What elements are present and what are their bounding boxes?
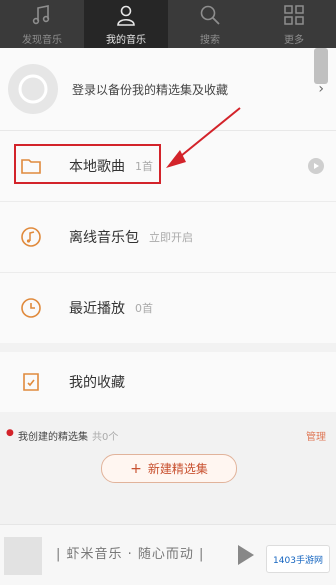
list-item-local-songs[interactable]: 本地歌曲 1首 [0,131,336,202]
list-item-count: 0首 [135,302,153,315]
album-cover[interactable] [4,537,42,575]
watermark-logo: 1403手游网 [266,545,330,573]
play-icon[interactable] [308,158,324,174]
list-item-offline-pack[interactable]: 离线音乐包 立即开启 [0,202,336,273]
highlight-box [14,144,161,184]
tab-discover[interactable]: 发现音乐 [0,0,84,48]
avatar[interactable] [8,64,58,114]
player-bar: | 虾米音乐 · 随心而动 | 1403手游网 [0,524,336,585]
tab-more[interactable]: 更多 [252,0,336,48]
music-note-icon [32,5,50,25]
scrollbar-thumb[interactable] [314,48,328,84]
new-playlist-label: 新建精选集 [147,462,208,476]
tab-discover-label: 发现音乐 [22,35,62,46]
tab-my-music-label: 我的音乐 [106,35,146,46]
list-item-label: 离线音乐包 [69,230,139,246]
section-count: 共0个 [92,432,119,443]
list-item-favorites[interactable]: 我的收藏 [0,352,336,412]
login-card[interactable]: 登录以备份我的精选集及收藏 › [0,48,336,131]
list-item-action[interactable]: 立即开启 [149,229,193,245]
play-icon[interactable] [238,545,254,565]
list-item-recent[interactable]: 最近播放 0首 [0,273,336,343]
tab-search[interactable]: 搜索 [168,0,252,48]
section-title: 我创建的精选集 共0个 [18,432,119,443]
favorites-label: 我的收藏 [69,375,125,391]
now-playing-text: | 虾米音乐 · 随心而动 | [56,547,205,562]
location-pin-icon: ● [6,428,14,438]
list-item-label: 最近播放 [69,301,125,317]
manage-button[interactable]: 管理 [306,428,326,443]
playlist-section-header: ● 我创建的精选集 共0个 管理 [0,420,336,456]
grid-icon [284,5,304,25]
tab-more-label: 更多 [284,35,304,46]
tab-my-music[interactable]: 我的音乐 [84,0,168,48]
new-playlist-button[interactable]: + 新建精选集 [101,454,237,483]
music-disc-icon [21,227,41,247]
top-nav: 发现音乐 我的音乐 搜索 更多 [0,0,336,48]
login-prompt: 登录以备份我的精选集及收藏 [72,82,229,97]
favorites-icon [23,373,39,391]
plus-icon: + [130,460,142,477]
search-icon [200,5,220,25]
default-avatar-icon [18,74,48,104]
person-icon [117,5,135,26]
my-music-list: 本地歌曲 1首 离线音乐包 立即开启 最近播放 0首 [0,131,336,343]
clock-icon [21,298,41,318]
tab-search-label: 搜索 [200,35,220,46]
